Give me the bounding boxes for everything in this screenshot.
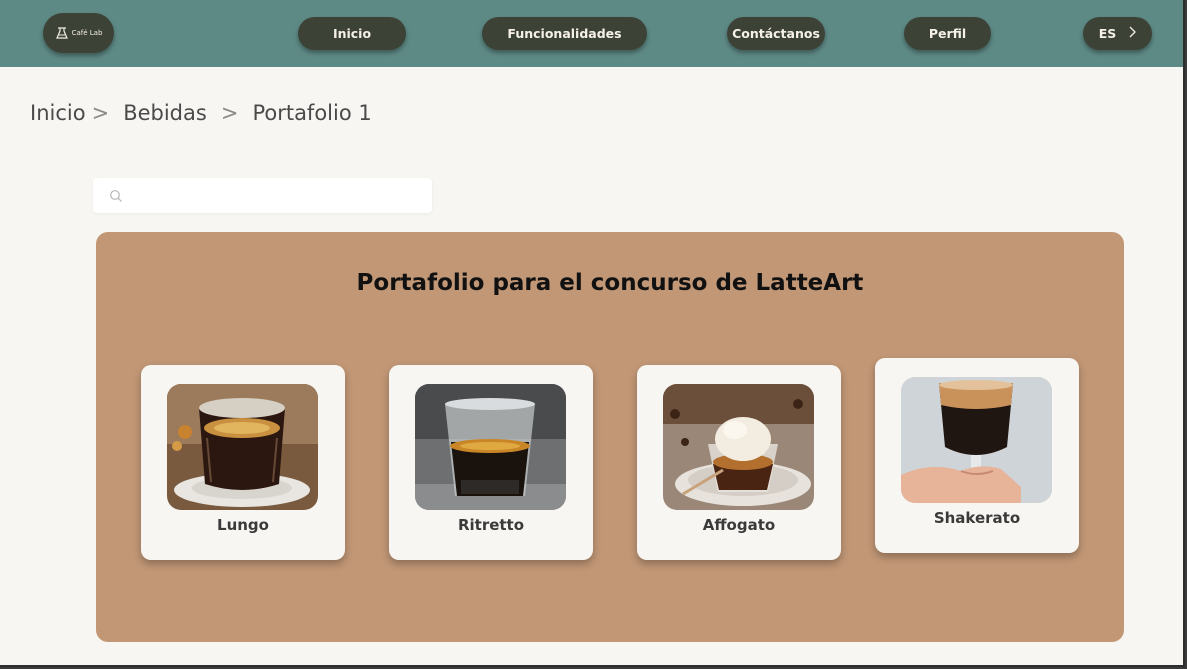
drink-card-lungo[interactable]: Lungo xyxy=(141,365,345,560)
breadcrumb-bebidas[interactable]: Bebidas xyxy=(123,101,207,125)
breadcrumb-separator: > xyxy=(220,101,239,125)
card-label: Ritretto xyxy=(457,516,525,534)
language-selector[interactable]: ES xyxy=(1083,17,1152,50)
breadcrumb: Inicio > Bebidas > Portafolio 1 xyxy=(30,97,372,129)
search-bar xyxy=(93,178,432,215)
app-frame: Café Lab Inicio Funcionalidades Contácta… xyxy=(0,0,1185,667)
cafe-lab-logo[interactable]: Café Lab xyxy=(43,13,114,53)
card-label: Affogato xyxy=(702,516,776,534)
ristretto-coffee-photo xyxy=(415,384,566,510)
drink-card-ritretto[interactable]: Ritretto xyxy=(389,365,593,560)
top-navbar: Café Lab Inicio Funcionalidades Contácta… xyxy=(0,0,1183,67)
coffee-maker-icon xyxy=(55,26,69,40)
nav-funcionalidades-button[interactable]: Funcionalidades xyxy=(482,17,647,50)
search-input[interactable] xyxy=(131,178,425,215)
drink-card-shakerato[interactable]: Shakerato xyxy=(875,358,1079,553)
affogato-photo xyxy=(663,384,814,510)
language-label: ES xyxy=(1098,26,1117,41)
portfolio-title: Portafolio para el concurso de LatteArt xyxy=(356,270,864,296)
drink-card-affogato[interactable]: Affogato xyxy=(637,365,841,560)
chevron-right-icon xyxy=(1128,26,1137,41)
portfolio-panel: Portafolio para el concurso de LatteArt xyxy=(96,232,1124,642)
lungo-coffee-photo xyxy=(167,384,318,510)
breadcrumb-current: Portafolio 1 xyxy=(252,101,372,125)
breadcrumb-separator: > xyxy=(91,101,110,125)
card-label: Lungo xyxy=(217,516,269,534)
nav-inicio-button[interactable]: Inicio xyxy=(298,17,406,50)
nav-contactanos-button[interactable]: Contáctanos xyxy=(727,17,825,50)
search-icon xyxy=(109,188,123,207)
breadcrumb-inicio[interactable]: Inicio xyxy=(30,101,86,125)
card-label: Shakerato xyxy=(933,509,1021,527)
nav-perfil-button[interactable]: Perfil xyxy=(904,17,991,50)
shakerato-photo xyxy=(901,377,1052,503)
logo-text: Café Lab xyxy=(71,29,103,37)
